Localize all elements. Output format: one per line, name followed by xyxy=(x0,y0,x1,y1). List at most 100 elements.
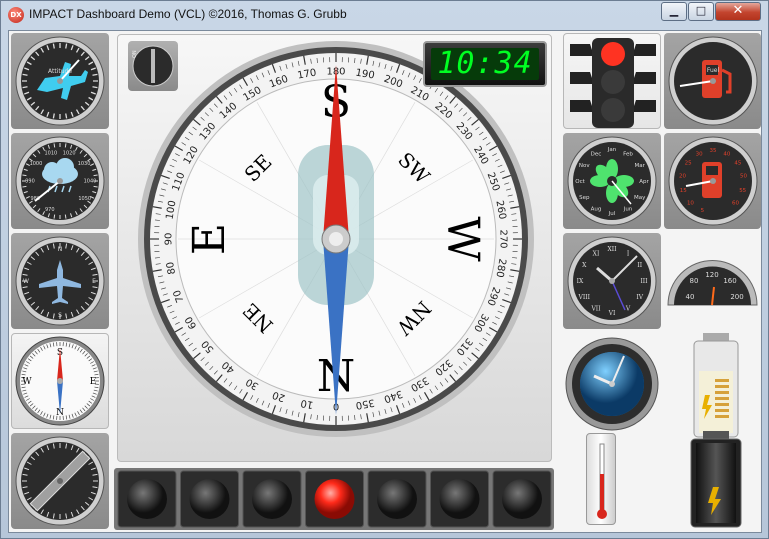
battery-top xyxy=(691,331,741,441)
compass-panel: ON 0102030405060708090100110120130140150… xyxy=(117,34,552,462)
season-gauge-tile[interactable]: Jan Feb Mar Apr May Jun Jul Aug Sep Oct Nov Dec xyxy=(563,133,661,229)
monthLabels-label: Sep xyxy=(579,195,590,201)
application-window: DX IMPACT Dashboard Demo (VCL) ©2016, Th… xyxy=(0,0,769,539)
level-gauge xyxy=(15,436,105,526)
compass-cardinal-right: W xyxy=(437,216,488,262)
fuelScale-label: 20 xyxy=(678,174,685,180)
weatherLabels-label: 1050 xyxy=(78,196,91,202)
monthLabels-label: Apr xyxy=(639,179,649,185)
weatherLabels-label: 970 xyxy=(45,207,55,213)
fuel-level-tile[interactable]: 5 10 15 20 25 30 35 40 45 50 55 60 xyxy=(664,133,761,229)
mini-compass-w: W xyxy=(22,377,32,387)
weather-gauge-tile[interactable]: 970 980 990 1000 1010 1020 1030 1040 1050 xyxy=(11,133,109,229)
fuelScale-label: 15 xyxy=(679,188,686,194)
traffic-light-tile[interactable] xyxy=(563,33,661,129)
romanLabels-label: IX xyxy=(577,278,584,285)
indicator-lamp-off xyxy=(189,479,230,519)
close-button[interactable]: ✕ xyxy=(715,2,761,21)
fuel-gauge: Fuel xyxy=(668,36,757,126)
fuelScale-label: 50 xyxy=(740,174,747,180)
heading-mark-e: E xyxy=(92,278,96,285)
compass-dial[interactable]: 0102030405060708090100110120130140150160… xyxy=(118,35,553,463)
mini-compass: S E N W xyxy=(15,336,105,426)
season-gauge: Jan FebMar Apr MayJun Jul AugSep Oct NovDec xyxy=(567,136,657,226)
fuel-label: Fuel xyxy=(706,67,719,74)
fuelScale-label: 5 xyxy=(700,208,704,214)
heading-mark-w: W xyxy=(23,278,29,285)
romanLabels-label: XII xyxy=(607,246,617,253)
level-gauge-tile[interactable] xyxy=(11,433,109,529)
window-title: IMPACT Dashboard Demo (VCL) ©2016, Thoma… xyxy=(29,7,347,21)
mini-compass-tile[interactable]: S E N W xyxy=(11,333,109,429)
speedo-200: 200 xyxy=(730,293,743,301)
traffic-light xyxy=(570,38,656,128)
digital-clock: 10:34 xyxy=(423,41,547,87)
analog-clock: XIIIIIIIIIVVVIVIIVIIIIXXXI xyxy=(567,236,657,326)
clock-time: 10:34 xyxy=(437,46,533,81)
romanLabels-label: X xyxy=(582,262,587,269)
title-bar[interactable]: DX IMPACT Dashboard Demo (VCL) ©2016, Th… xyxy=(1,1,768,29)
monthLabels-label: Jan xyxy=(607,147,617,153)
compass-degree-label: 10 xyxy=(300,397,314,410)
monthLabels-label: Jul xyxy=(608,211,616,217)
romanLabels-label: IV xyxy=(636,294,643,301)
weatherLabels-label: 1020 xyxy=(63,150,76,156)
compass-degree-label: 270 xyxy=(498,229,509,248)
fuel-level-gauge: 51015202530354045505560 xyxy=(668,136,757,226)
indicator-lamp-on xyxy=(314,479,355,519)
romanLabels-label: II xyxy=(637,262,642,269)
heading-gauge: N E S W xyxy=(15,236,105,326)
indicator-lamp-off xyxy=(439,479,480,519)
heading-gauge-tile[interactable]: N E S W xyxy=(11,233,109,329)
indicator-lamp-off xyxy=(377,479,417,519)
fuelScale-label: 10 xyxy=(686,200,693,206)
fuelScale-label: 60 xyxy=(732,200,739,206)
indicator-lamp-off xyxy=(127,479,167,519)
monthLabels-label: Nov xyxy=(579,163,590,169)
blue-clock[interactable] xyxy=(562,336,662,432)
romanLabels-label: VII xyxy=(590,306,601,313)
thermometer xyxy=(586,433,616,525)
indicator-row xyxy=(114,468,554,530)
mini-compass-e: E xyxy=(90,377,97,387)
monthLabels-label: Feb xyxy=(623,151,633,157)
weatherLabels-label: 1040 xyxy=(84,178,97,184)
maximize-button[interactable]: □ xyxy=(688,2,714,21)
fuel-gauge-tile[interactable]: Fuel xyxy=(664,33,761,129)
indicator-lamp-off xyxy=(502,479,542,519)
fuelScale-label: 55 xyxy=(739,188,746,194)
monthLabels-label: Dec xyxy=(591,151,602,157)
speedo-160: 160 xyxy=(723,277,736,285)
indicator-lamp-off xyxy=(252,479,292,519)
monthLabels-label: Aug xyxy=(591,207,602,213)
weatherLabels-label: 990 xyxy=(25,178,35,184)
heading-mark-s: S xyxy=(58,312,62,319)
speedo-40: 40 xyxy=(686,293,695,301)
romanLabels-label: VIII xyxy=(578,294,591,301)
romanLabels-label: VI xyxy=(608,310,616,317)
monthLabels-label: May xyxy=(634,195,646,201)
fuelScale-label: 40 xyxy=(723,151,730,157)
app-icon[interactable]: DX xyxy=(8,7,24,23)
compass-degree-label: 80 xyxy=(165,261,178,275)
attitude-gauge-tile[interactable]: Attitude xyxy=(11,33,109,129)
weatherLabels-label: 1010 xyxy=(44,150,57,156)
romanLabels-label: V xyxy=(625,306,631,313)
weatherLabels-label: 1030 xyxy=(78,161,91,167)
minimize-button[interactable]: ▁ xyxy=(661,2,687,21)
analog-clock-tile[interactable]: XII I II III IV V VI VII VIII IX X XI xyxy=(563,233,661,329)
speedometer[interactable]: 40 80 120 160 200 xyxy=(664,247,761,309)
fuelScale-label: 35 xyxy=(709,148,716,154)
compass-cardinal-left: E xyxy=(184,223,235,255)
romanLabels-label: XI xyxy=(593,250,600,257)
heading-mark-n: N xyxy=(58,246,63,253)
monthLabels-label: Jun xyxy=(623,207,633,213)
battery-bottom xyxy=(689,429,743,529)
dashboard-area: Attitude 970 980 990 1000 1010 1020 1030 1040 10… xyxy=(8,30,762,533)
weather-gauge: 97098099010001010 1020103010401050 xyxy=(15,136,105,226)
fuelScale-label: 45 xyxy=(734,160,741,166)
weatherLabels-label: 1000 xyxy=(30,161,43,167)
attitude-gauge: Attitude xyxy=(15,36,105,126)
speedo-120: 120 xyxy=(705,271,718,279)
speedo-80: 80 xyxy=(690,277,699,285)
